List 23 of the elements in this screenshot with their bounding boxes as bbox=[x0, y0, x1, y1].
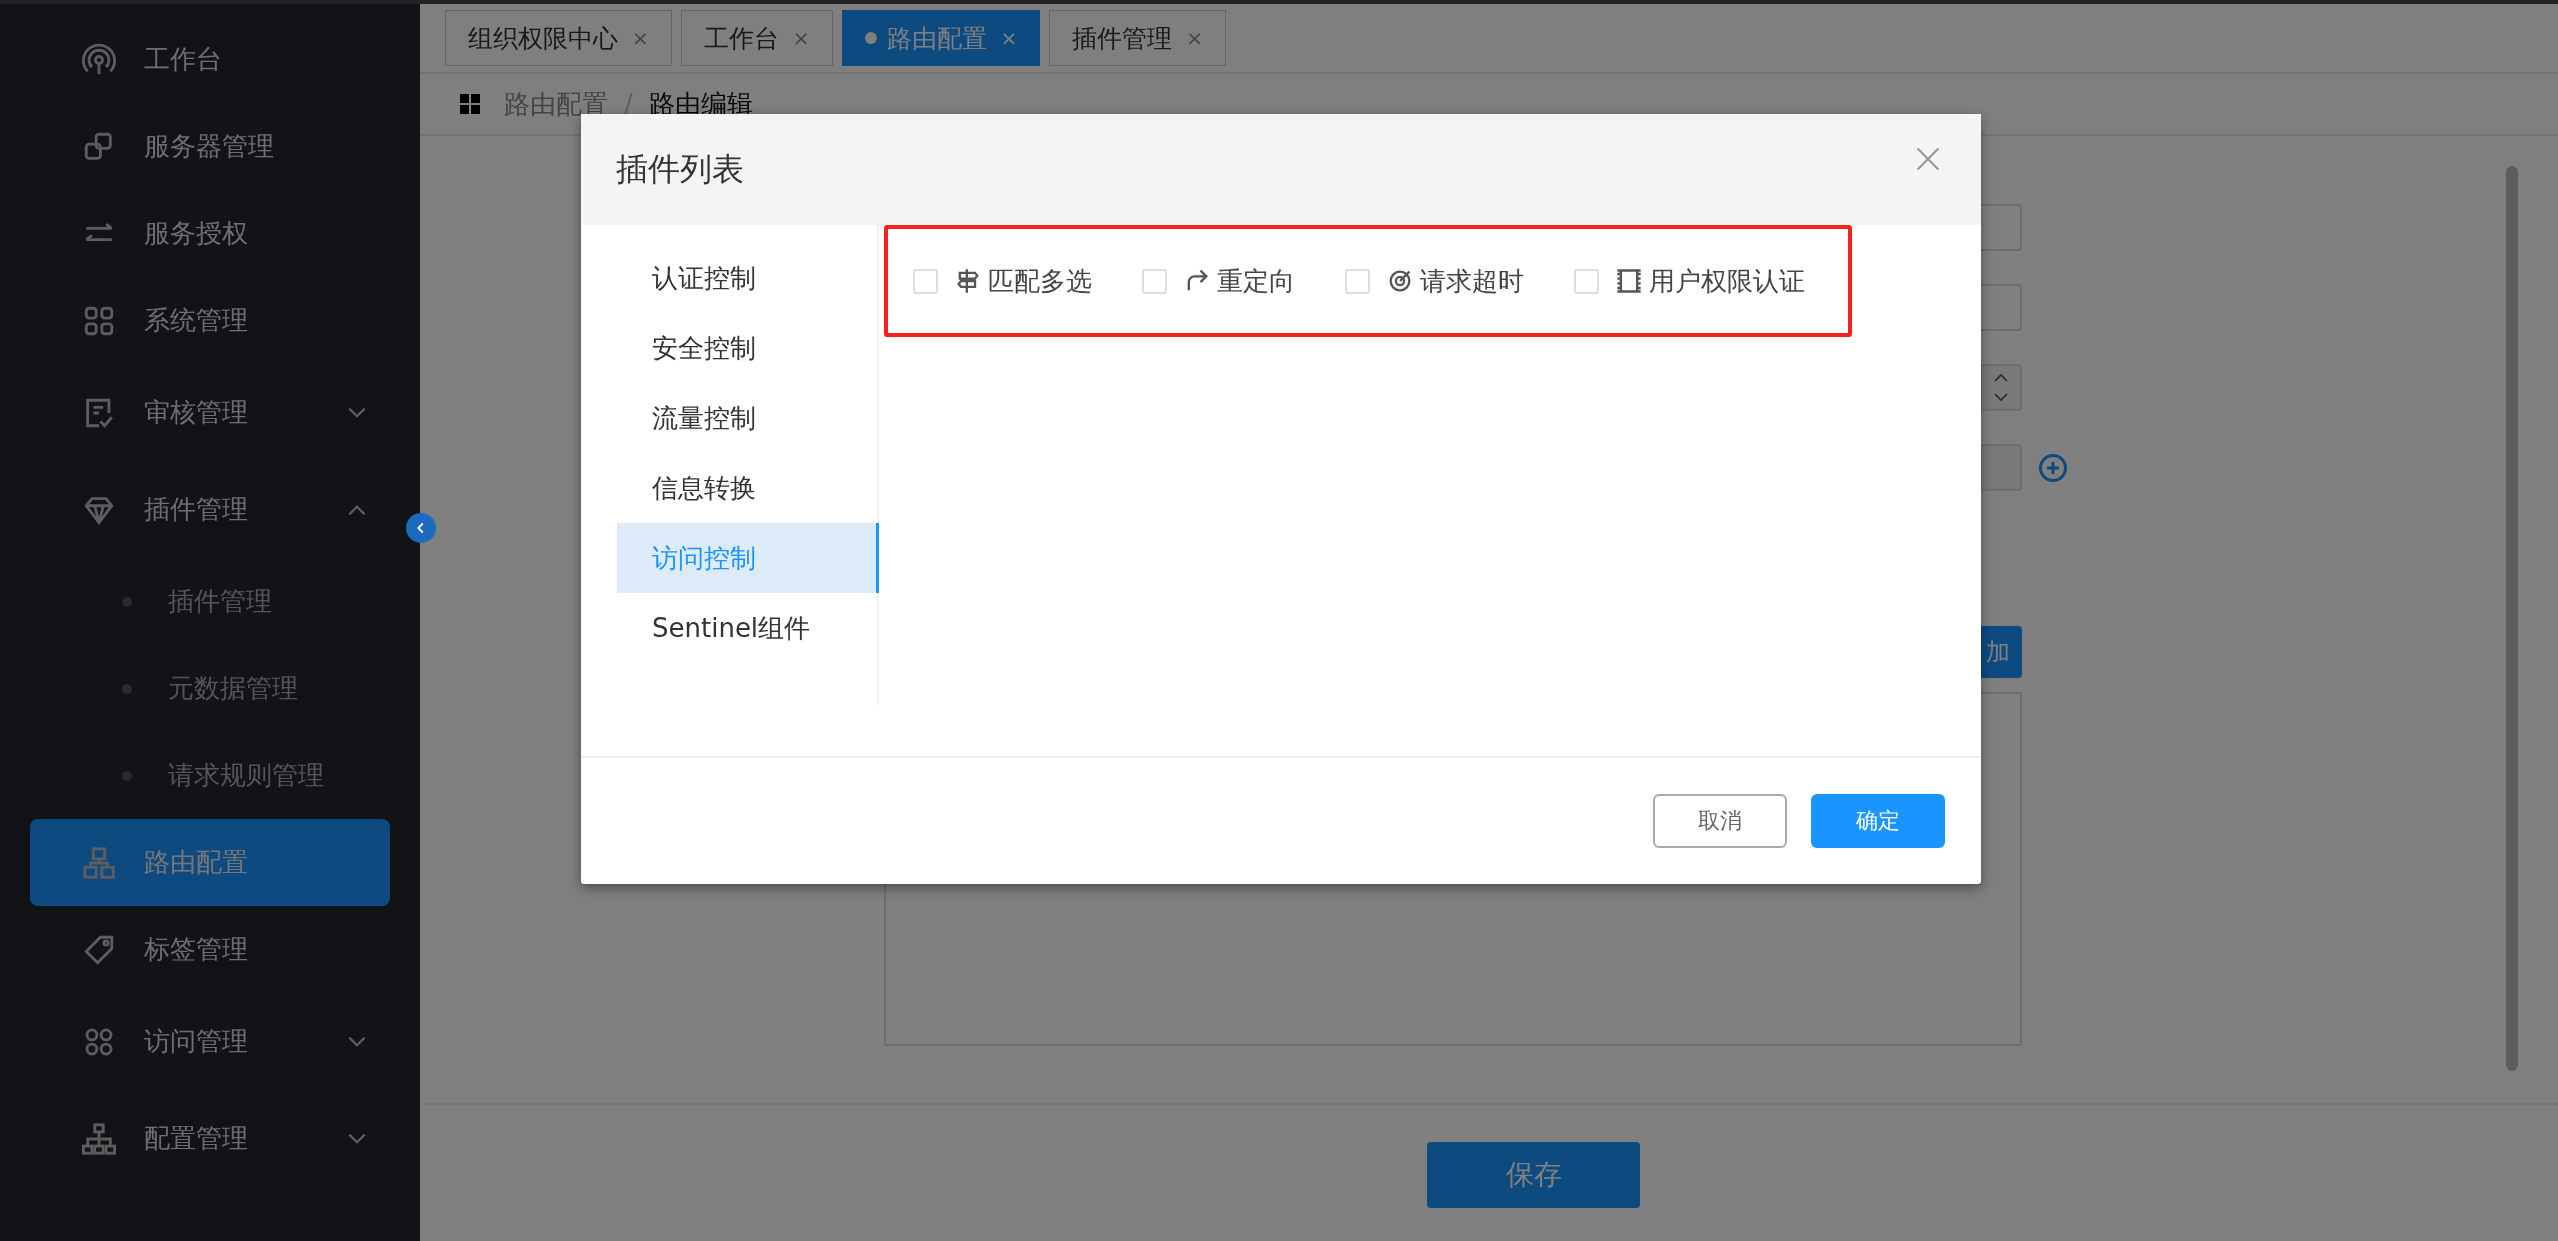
checkbox-label: 重定向 bbox=[1217, 264, 1295, 298]
breadcrumb-separator: / bbox=[624, 89, 633, 119]
menu-label: 服务授权 bbox=[144, 217, 249, 250]
menu-label: 插件管理 bbox=[144, 493, 249, 526]
dialog-title: 插件列表 bbox=[616, 148, 744, 190]
checkbox-label: 用户权限认证 bbox=[1649, 264, 1805, 298]
checkbox-label: 请求超时 bbox=[1420, 264, 1524, 298]
menu-label: 插件管理 bbox=[168, 585, 273, 618]
tab-label: 工作台 bbox=[703, 22, 779, 55]
tab-label: 组织权限中心 bbox=[468, 22, 618, 55]
menu-label: 配置管理 bbox=[144, 1122, 249, 1155]
menu-label: 请求规则管理 bbox=[168, 759, 325, 792]
checkbox-label: 匹配多选 bbox=[988, 264, 1092, 298]
tab-label: 插件管理 bbox=[1072, 22, 1173, 55]
menu-label: 路由配置 bbox=[144, 846, 249, 879]
menu-label: 标签管理 bbox=[144, 933, 249, 966]
menu-label: 审核管理 bbox=[144, 396, 249, 429]
menu-label: 服务器管理 bbox=[144, 130, 275, 163]
menu-label: 工作台 bbox=[144, 43, 223, 76]
menu-label: 访问管理 bbox=[144, 1025, 249, 1058]
menu-label: 元数据管理 bbox=[168, 672, 299, 705]
menu-label: 系统管理 bbox=[144, 304, 249, 337]
tab-label: 路由配置 bbox=[886, 22, 987, 55]
